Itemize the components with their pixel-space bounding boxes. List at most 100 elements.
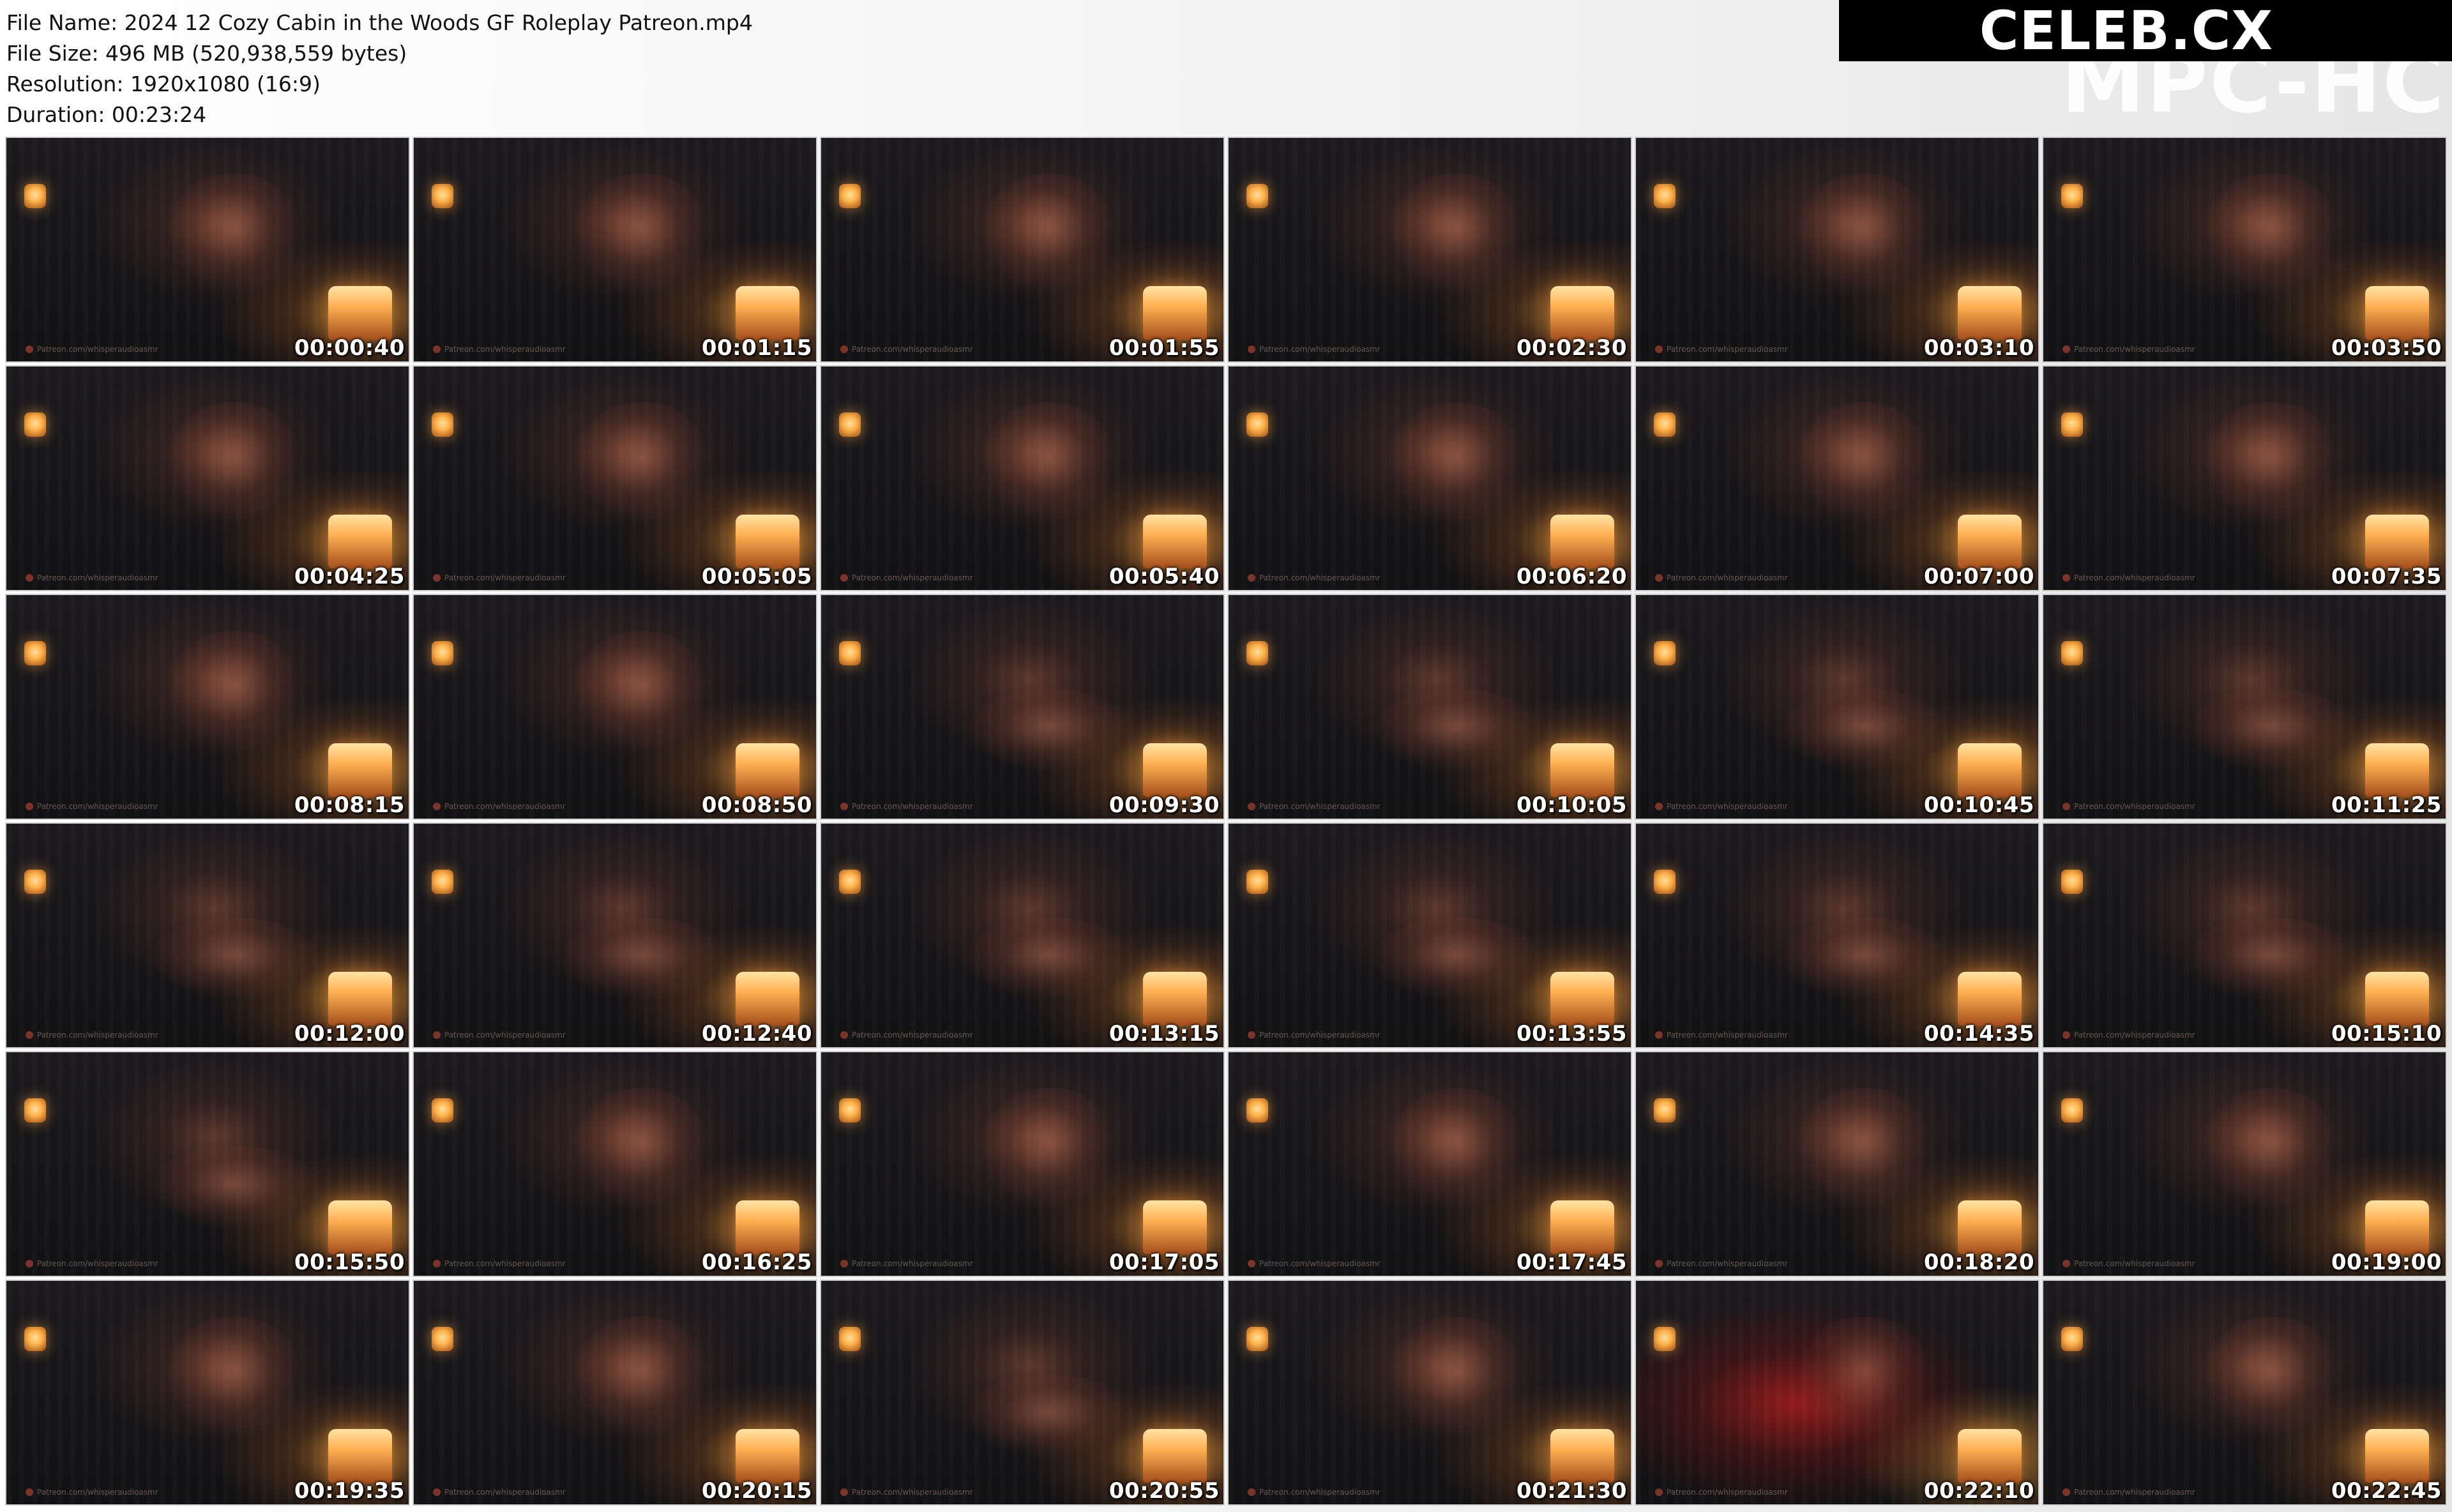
thumbnail-watermark: Patreon.com/whisperaudioasmr [1248, 1031, 1381, 1040]
thumbnail-watermark: Patreon.com/whisperaudioasmr [840, 573, 973, 582]
video-thumbnail[interactable]: Patreon.com/whisperaudioasmr 00:01:55 [821, 138, 1223, 361]
thumbnail-timestamp: 00:05:40 [1109, 564, 1220, 589]
person-figure [558, 918, 725, 1001]
thumbnail-watermark: Patreon.com/whisperaudioasmr [26, 802, 158, 811]
candle-icon [328, 1200, 392, 1254]
person-figure [2204, 174, 2338, 295]
video-thumbnail[interactable]: Patreon.com/whisperaudioasmr 00:10:45 [1636, 595, 2038, 819]
video-thumbnail[interactable]: Patreon.com/whisperaudioasmr 00:07:35 [2043, 367, 2446, 590]
thumbnail-timestamp: 00:05:05 [701, 564, 812, 589]
thumbnail-timestamp: 00:01:55 [1109, 335, 1220, 361]
candle-icon [1550, 1429, 1614, 1483]
video-thumbnail[interactable]: Patreon.com/whisperaudioasmr 00:05:40 [821, 367, 1223, 590]
person-figure [1797, 1317, 1931, 1438]
candle-icon [1958, 1200, 2022, 1254]
video-thumbnail[interactable]: Patreon.com/whisperaudioasmr 00:09:30 [821, 595, 1223, 819]
lamp-icon [1654, 184, 1676, 208]
video-thumbnail[interactable]: Patreon.com/whisperaudioasmr 00:11:25 [2043, 595, 2446, 819]
video-thumbnail[interactable]: Patreon.com/whisperaudioasmr 00:14:35 [1636, 824, 2038, 1047]
thumbnail-timestamp: 00:16:25 [701, 1250, 812, 1275]
video-thumbnail[interactable]: Patreon.com/whisperaudioasmr 00:12:00 [6, 824, 409, 1047]
person-figure [1389, 1317, 1524, 1438]
video-thumbnail[interactable]: Patreon.com/whisperaudioasmr 00:22:10 [1636, 1281, 2038, 1504]
candle-icon [1143, 286, 1207, 340]
lamp-icon [839, 641, 861, 665]
thumbnail-watermark: Patreon.com/whisperaudioasmr [1248, 345, 1381, 354]
candle-icon [328, 1429, 392, 1483]
video-thumbnail[interactable]: Patreon.com/whisperaudioasmr 00:19:00 [2043, 1052, 2446, 1276]
thumbnail-timestamp: 00:10:05 [1516, 792, 1627, 818]
lamp-icon [1246, 870, 1268, 894]
file-duration: Duration: 00:23:24 [6, 102, 207, 127]
thumbnail-watermark: Patreon.com/whisperaudioasmr [1248, 1488, 1381, 1497]
video-thumbnail[interactable]: Patreon.com/whisperaudioasmr 00:13:15 [821, 824, 1223, 1047]
person-figure [575, 1088, 709, 1209]
thumbnail-timestamp: 00:17:05 [1109, 1250, 1220, 1275]
thumbnail-watermark: Patreon.com/whisperaudioasmr [1248, 802, 1381, 811]
candle-icon [2365, 286, 2429, 340]
candle-icon [328, 515, 392, 568]
thumbnail-timestamp: 00:22:10 [1923, 1478, 2034, 1504]
lamp-icon [2061, 870, 2083, 894]
video-thumbnail[interactable]: Patreon.com/whisperaudioasmr 00:15:10 [2043, 824, 2446, 1047]
video-thumbnail[interactable]: Patreon.com/whisperaudioasmr 00:05:05 [414, 367, 816, 590]
video-thumbnail[interactable]: Patreon.com/whisperaudioasmr 00:17:05 [821, 1052, 1223, 1276]
video-thumbnail[interactable]: Patreon.com/whisperaudioasmr 00:08:15 [6, 595, 409, 819]
candle-icon [2365, 743, 2429, 797]
thumbnail-timestamp: 00:13:55 [1516, 1021, 1627, 1047]
person-figure [1797, 174, 1931, 295]
video-thumbnail[interactable]: Patreon.com/whisperaudioasmr 00:02:30 [1229, 138, 1631, 361]
candle-icon [2365, 972, 2429, 1025]
lamp-icon [839, 870, 861, 894]
candle-icon [736, 972, 799, 1025]
thumbnail-timestamp: 00:14:35 [1923, 1021, 2034, 1047]
person-figure [2204, 402, 2338, 524]
video-thumbnail[interactable]: Patreon.com/whisperaudioasmr 00:20:15 [414, 1281, 816, 1504]
thumbnail-grid: Patreon.com/whisperaudioasmr 00:00:40 Patr… [6, 138, 2446, 1507]
thumbnail-watermark: Patreon.com/whisperaudioasmr [2062, 573, 2195, 582]
candle-icon [1143, 515, 1207, 568]
candle-icon [736, 743, 799, 797]
video-thumbnail[interactable]: Patreon.com/whisperaudioasmr 00:04:25 [6, 367, 409, 590]
video-thumbnail[interactable]: Patreon.com/whisperaudioasmr 00:06:20 [1229, 367, 1631, 590]
lamp-icon [432, 1327, 453, 1351]
video-thumbnail[interactable]: Patreon.com/whisperaudioasmr 00:20:55 [821, 1281, 1223, 1504]
video-thumbnail[interactable]: Patreon.com/whisperaudioasmr 00:21:30 [1229, 1281, 1631, 1504]
thumbnail-timestamp: 00:00:40 [294, 335, 405, 361]
video-thumbnail[interactable]: Patreon.com/whisperaudioasmr 00:00:40 [6, 138, 409, 361]
video-thumbnail[interactable]: Patreon.com/whisperaudioasmr 00:07:00 [1636, 367, 2038, 590]
file-info: File Name: 2024 12 Cozy Cabin in the Woo… [6, 8, 753, 130]
video-thumbnail[interactable]: Patreon.com/whisperaudioasmr 00:16:25 [414, 1052, 816, 1276]
candle-icon [1550, 743, 1614, 797]
video-thumbnail[interactable]: Patreon.com/whisperaudioasmr 00:18:20 [1636, 1052, 2038, 1276]
person-figure [2188, 689, 2354, 772]
thumbnail-timestamp: 00:15:50 [294, 1250, 405, 1275]
video-thumbnail[interactable]: Patreon.com/whisperaudioasmr 00:03:10 [1636, 138, 2038, 361]
person-figure [167, 1317, 301, 1438]
video-thumbnail[interactable]: Patreon.com/whisperaudioasmr 00:03:50 [2043, 138, 2446, 361]
video-thumbnail[interactable]: Patreon.com/whisperaudioasmr 00:10:05 [1229, 595, 1631, 819]
video-thumbnail[interactable]: Patreon.com/whisperaudioasmr 00:12:40 [414, 824, 816, 1047]
lamp-icon [2061, 1327, 2083, 1351]
person-figure [965, 1375, 1132, 1458]
file-name: File Name: 2024 12 Cozy Cabin in the Woo… [6, 10, 753, 35]
candle-icon [736, 286, 799, 340]
video-thumbnail[interactable]: Patreon.com/whisperaudioasmr 00:01:15 [414, 138, 816, 361]
video-thumbnail[interactable]: Patreon.com/whisperaudioasmr 00:19:35 [6, 1281, 409, 1504]
video-thumbnail[interactable]: Patreon.com/whisperaudioasmr 00:17:45 [1229, 1052, 1631, 1276]
thumbnail-watermark: Patreon.com/whisperaudioasmr [1655, 1031, 1788, 1040]
thumbnail-timestamp: 00:18:20 [1923, 1250, 2034, 1275]
person-figure [1373, 918, 1540, 1001]
person-figure [965, 689, 1132, 772]
thumbnail-timestamp: 00:13:15 [1109, 1021, 1220, 1047]
video-thumbnail[interactable]: Patreon.com/whisperaudioasmr 00:13:55 [1229, 824, 1631, 1047]
video-thumbnail[interactable]: Patreon.com/whisperaudioasmr 00:22:45 [2043, 1281, 2446, 1504]
thumbnail-timestamp: 00:07:00 [1923, 564, 2034, 589]
thumbnail-watermark: Patreon.com/whisperaudioasmr [1655, 802, 1788, 811]
thumbnail-watermark: Patreon.com/whisperaudioasmr [26, 345, 158, 354]
thumbnail-watermark: Patreon.com/whisperaudioasmr [840, 802, 973, 811]
video-thumbnail[interactable]: Patreon.com/whisperaudioasmr 00:15:50 [6, 1052, 409, 1276]
video-thumbnail[interactable]: Patreon.com/whisperaudioasmr 00:08:50 [414, 595, 816, 819]
file-size: File Size: 496 MB (520,938,559 bytes) [6, 41, 407, 66]
thumbnail-watermark: Patreon.com/whisperaudioasmr [433, 345, 566, 354]
